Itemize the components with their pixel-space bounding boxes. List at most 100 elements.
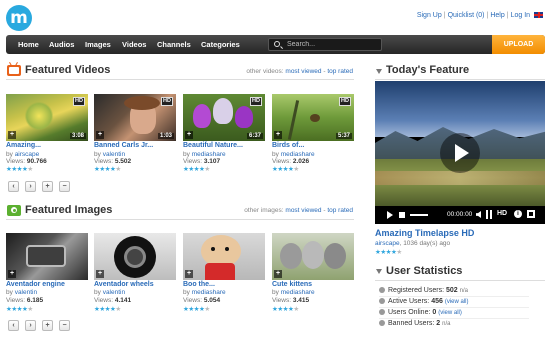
stat-banned-users: Banned Users: 2 n/a	[379, 320, 450, 327]
info-icon[interactable]: i	[514, 210, 522, 218]
image-thumbnail[interactable]: +	[94, 233, 176, 280]
most-viewed-videos-link[interactable]: most viewed	[285, 68, 321, 75]
volume-icon[interactable]	[476, 211, 481, 218]
add-to-quicklist-icon[interactable]: +	[96, 131, 104, 139]
collapse-triangle-icon[interactable]	[376, 69, 382, 74]
nav-channels[interactable]: Channels	[157, 35, 191, 54]
next-page-button[interactable]: ›	[25, 181, 36, 192]
upload-button[interactable]: UPLOAD	[492, 35, 545, 54]
login-link[interactable]: Log In	[511, 12, 530, 19]
video-title-link[interactable]: Amazing...	[6, 142, 41, 149]
video-title-link[interactable]: Birds of...	[272, 142, 304, 149]
author-link[interactable]: valentin	[103, 151, 125, 158]
video-thumbnail[interactable]: HD 6:37 +	[183, 94, 265, 141]
video-thumbnail[interactable]: HD 3:08 +	[6, 94, 88, 141]
seek-bar[interactable]	[410, 214, 428, 216]
author-link[interactable]: valentin	[15, 289, 37, 296]
video-controls: 00:00:00 HD i	[375, 206, 545, 224]
nav-audios[interactable]: Audios	[49, 35, 74, 54]
views-count: 4.141	[114, 297, 132, 304]
featured-author-link[interactable]: airscape	[375, 240, 400, 247]
add-to-quicklist-icon[interactable]: +	[274, 270, 282, 278]
search-input[interactable]	[287, 39, 379, 50]
add-to-quicklist-icon[interactable]: +	[96, 270, 104, 278]
image-title-link[interactable]: Aventador wheels	[94, 281, 154, 288]
collapse-button[interactable]: −	[59, 320, 70, 331]
next-page-button[interactable]: ›	[25, 320, 36, 331]
todays-feature-title: Today's Feature	[386, 64, 470, 76]
nav-categories[interactable]: Categories	[201, 35, 240, 54]
collapse-triangle-icon[interactable]	[376, 269, 382, 274]
search-icon[interactable]	[274, 41, 280, 47]
add-to-quicklist-icon[interactable]: +	[185, 270, 193, 278]
user-icon	[379, 298, 385, 304]
author-link[interactable]: mediashare	[192, 151, 226, 158]
image-title-link[interactable]: Boo the...	[183, 281, 215, 288]
nav-videos[interactable]: Videos	[122, 35, 146, 54]
other-images-label: other images:	[244, 207, 284, 214]
author-link[interactable]: valentin	[103, 289, 125, 296]
prev-page-button[interactable]: ‹	[8, 320, 19, 331]
expand-button[interactable]: +	[42, 181, 53, 192]
collapse-button[interactable]: −	[59, 181, 70, 192]
add-to-quicklist-icon[interactable]: +	[8, 270, 16, 278]
quicklist-link[interactable]: Quicklist (0)	[448, 12, 485, 19]
top-rated-images-link[interactable]: top rated	[327, 207, 353, 214]
by-label: by	[272, 151, 279, 158]
rating-stars[interactable]: ★★★★★	[94, 165, 121, 173]
video-thumbnail[interactable]: HD 5:37 +	[272, 94, 354, 141]
rating-stars[interactable]: ★★★★★	[6, 165, 33, 173]
by-label: by	[6, 151, 13, 158]
view-all-link[interactable]: (view all)	[445, 299, 469, 305]
image-title-link[interactable]: Cute kittens	[272, 281, 312, 288]
most-viewed-images-link[interactable]: most viewed	[285, 207, 321, 214]
video-title-link[interactable]: Beautiful Nature...	[183, 142, 243, 149]
add-to-quicklist-icon[interactable]: +	[274, 131, 282, 139]
uk-flag-icon[interactable]	[534, 12, 543, 19]
image-author-line: by valentin	[6, 289, 37, 296]
rating-stars[interactable]: ★★★★★	[375, 248, 402, 256]
views-count: 6.185	[26, 297, 44, 304]
top-rated-videos-link[interactable]: top rated	[327, 68, 353, 75]
stat-label: Active Users:	[388, 298, 430, 305]
author-link[interactable]: mediashare	[281, 151, 315, 158]
image-title-link[interactable]: Aventador engine	[6, 281, 65, 288]
prev-page-button[interactable]: ‹	[8, 181, 19, 192]
video-author-line: by mediashare	[272, 151, 315, 158]
play-icon[interactable]	[440, 133, 480, 173]
rating-stars[interactable]: ★★★★★	[6, 305, 33, 313]
video-views: Views: 3.107	[183, 158, 220, 165]
image-thumbnail[interactable]: +	[272, 233, 354, 280]
nav-home[interactable]: Home	[18, 35, 39, 54]
site-logo[interactable]: m	[6, 5, 32, 31]
rating-stars[interactable]: ★★★★★	[272, 165, 299, 173]
views-count: 90.766	[26, 158, 47, 165]
nav-images[interactable]: Images	[85, 35, 111, 54]
volume-bars-icon[interactable]	[486, 210, 492, 219]
author-link[interactable]: airscape	[15, 151, 40, 158]
signup-link[interactable]: Sign Up	[417, 12, 442, 19]
image-thumbnail[interactable]: +	[6, 233, 88, 280]
video-thumbnail[interactable]: HD 1:03 +	[94, 94, 176, 141]
featured-video-title-link[interactable]: Amazing Timelapse HD	[375, 228, 474, 238]
tv-icon	[7, 62, 21, 76]
add-to-quicklist-icon[interactable]: +	[8, 131, 16, 139]
expand-button[interactable]: +	[42, 320, 53, 331]
rating-stars[interactable]: ★★★★★	[183, 305, 210, 313]
rating-stars[interactable]: ★★★★★	[272, 305, 299, 313]
stop-icon[interactable]	[399, 212, 405, 218]
author-link[interactable]: mediashare	[192, 289, 226, 296]
by-label: by	[94, 289, 101, 296]
rating-stars[interactable]: ★★★★★	[94, 305, 121, 313]
play-small-icon[interactable]	[387, 211, 393, 219]
add-to-quicklist-icon[interactable]: +	[185, 131, 193, 139]
rating-stars[interactable]: ★★★★★	[183, 165, 210, 173]
stat-active-users: Active Users: 456 (view all)	[379, 298, 529, 308]
hd-toggle[interactable]: HD	[497, 210, 507, 217]
fullscreen-icon[interactable]	[527, 210, 535, 218]
author-link[interactable]: mediashare	[281, 289, 315, 296]
image-thumbnail[interactable]: +	[183, 233, 265, 280]
video-title-link[interactable]: Banned Carls Jr...	[94, 142, 153, 149]
view-all-link[interactable]: (view all)	[438, 310, 462, 316]
help-link[interactable]: Help	[490, 12, 504, 19]
